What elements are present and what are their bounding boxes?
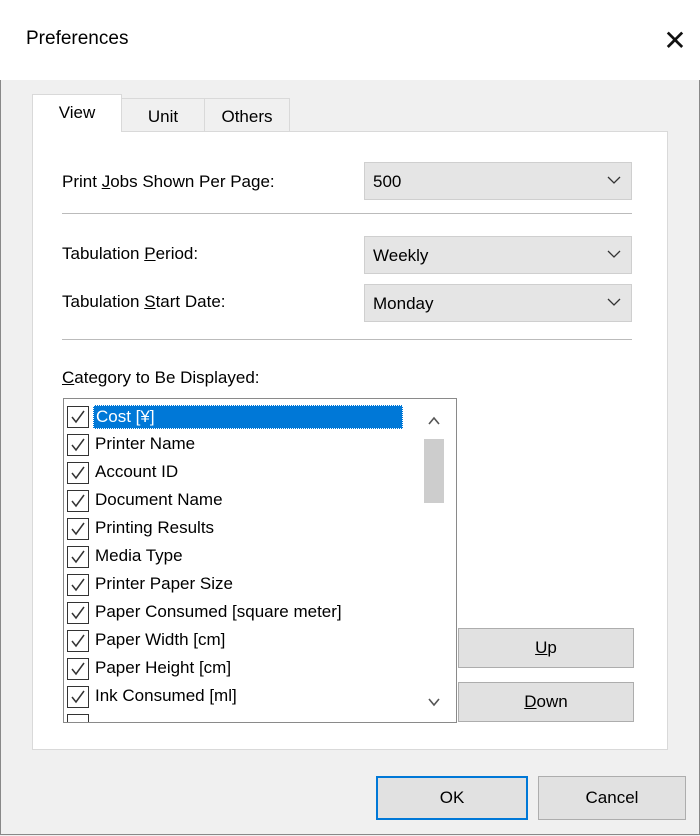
tabulation-start-label: Tabulation Start Date: bbox=[62, 292, 226, 311]
category-item-label: Media Type bbox=[95, 546, 183, 565]
category-checkbox[interactable] bbox=[67, 658, 89, 680]
chevron-down-icon bbox=[607, 250, 621, 258]
tabulation-period-value: Weekly bbox=[373, 246, 429, 265]
title-bar: Preferences ✕ bbox=[0, 0, 700, 80]
category-checkbox[interactable] bbox=[67, 490, 89, 512]
tab-others-label: Others bbox=[221, 107, 273, 126]
checkmark-icon bbox=[71, 690, 85, 704]
tab-others[interactable]: Others bbox=[204, 98, 290, 132]
category-item-label: Paper Width [cm] bbox=[95, 630, 226, 649]
checkmark-icon bbox=[71, 606, 85, 620]
ok-button[interactable]: OK bbox=[376, 776, 528, 820]
checkmark-icon bbox=[71, 578, 85, 592]
separator bbox=[62, 213, 632, 214]
tab-view-label: View bbox=[58, 103, 96, 122]
checkmark-icon bbox=[71, 466, 85, 480]
category-checkbox[interactable] bbox=[67, 714, 89, 722]
scroll-up-icon[interactable] bbox=[426, 413, 442, 429]
checkmark-icon bbox=[71, 438, 85, 452]
tabulation-start-value: Monday bbox=[373, 294, 434, 313]
checkmark-icon bbox=[71, 634, 85, 648]
category-item-label: Printer Name bbox=[95, 434, 196, 453]
tabulation-start-select[interactable]: Monday bbox=[364, 284, 632, 322]
category-item-label: Account ID bbox=[95, 462, 179, 481]
category-item-label: Printer Paper Size bbox=[95, 574, 233, 593]
category-item-label: Paper Consumed [square meter] bbox=[95, 602, 342, 621]
category-checkbox[interactable] bbox=[67, 546, 89, 568]
separator bbox=[62, 339, 632, 340]
chevron-down-icon bbox=[607, 298, 621, 306]
category-checkbox[interactable] bbox=[67, 630, 89, 652]
category-checkbox[interactable] bbox=[67, 686, 89, 708]
tabulation-period-label: Tabulation Period: bbox=[62, 244, 199, 263]
tabulation-period-select[interactable]: Weekly bbox=[364, 236, 632, 274]
category-item-label: Cost [¥] bbox=[93, 405, 403, 429]
print-jobs-label: Print Jobs Shown Per Page: bbox=[62, 172, 275, 191]
tab-unit[interactable]: Unit bbox=[121, 98, 205, 132]
checkmark-icon bbox=[71, 410, 85, 424]
print-jobs-value: 500 bbox=[373, 172, 402, 191]
close-icon: ✕ bbox=[663, 25, 687, 56]
checkmark-icon bbox=[71, 550, 85, 564]
checkmark-icon bbox=[71, 494, 85, 508]
scroll-thumb[interactable] bbox=[424, 439, 444, 503]
category-checkbox[interactable] bbox=[67, 462, 89, 484]
cancel-button[interactable]: Cancel bbox=[538, 776, 686, 820]
move-up-button[interactable]: Up bbox=[458, 628, 634, 668]
close-button[interactable]: ✕ bbox=[652, 18, 698, 64]
move-down-button[interactable]: Down bbox=[458, 682, 634, 722]
category-checkbox[interactable] bbox=[67, 406, 89, 428]
checkmark-icon bbox=[71, 522, 85, 536]
category-checkbox[interactable] bbox=[67, 434, 89, 456]
category-checkbox[interactable] bbox=[67, 602, 89, 624]
listbox-scrollbar[interactable] bbox=[414, 399, 456, 722]
tab-view[interactable]: View bbox=[32, 94, 122, 132]
category-checkbox[interactable] bbox=[67, 574, 89, 596]
category-label: Category to Be Displayed: bbox=[62, 368, 260, 387]
category-item-label: Paper Height [cm] bbox=[95, 658, 232, 677]
category-item-label: Ink Consumed [ml] bbox=[95, 686, 237, 705]
category-item-label: Document Name bbox=[95, 490, 223, 509]
scroll-down-icon[interactable] bbox=[426, 694, 442, 710]
category-item-label: Printing Results bbox=[95, 518, 215, 537]
tab-unit-label: Unit bbox=[147, 107, 179, 126]
print-jobs-select[interactable]: 500 bbox=[364, 162, 632, 200]
category-listbox[interactable]: Cost [¥] Printer Name Account ID Document N… bbox=[63, 398, 457, 723]
chevron-down-icon bbox=[607, 176, 621, 184]
window-title: Preferences bbox=[26, 28, 129, 49]
category-checkbox[interactable] bbox=[67, 518, 89, 540]
checkmark-icon bbox=[71, 662, 85, 676]
